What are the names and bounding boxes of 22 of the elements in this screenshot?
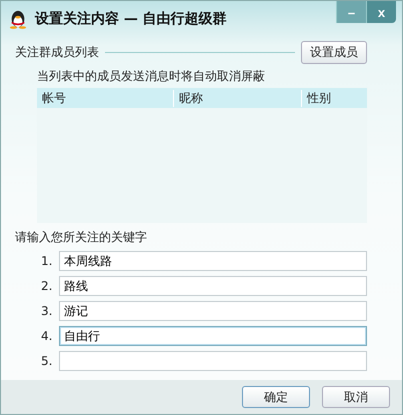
ok-button[interactable]: 确定 — [242, 386, 310, 408]
row-number: 1. — [41, 254, 53, 268]
column-header[interactable]: 性别 — [302, 90, 367, 106]
keyword-field[interactable]: 自由行 — [59, 326, 367, 346]
row-number: 4. — [41, 329, 53, 343]
keyword-field[interactable] — [59, 351, 367, 371]
column-header[interactable]: 昵称 — [174, 90, 302, 106]
row-number: 5. — [41, 354, 53, 368]
keyword-field[interactable]: 本周线路 — [59, 251, 367, 271]
cancel-button[interactable]: 取消 — [322, 386, 390, 408]
column-header[interactable]: 帐号 — [37, 90, 174, 106]
set-members-button[interactable]: 设置成员 — [301, 41, 367, 64]
hint-text: 当列表中的成员发送消息时将自动取消屏蔽 — [37, 68, 266, 85]
close-button[interactable]: x — [366, 1, 396, 23]
section-label: 请输入您所关注的关键字 — [15, 229, 147, 246]
penguin-icon — [9, 9, 27, 29]
row-number: 3. — [41, 304, 53, 318]
window-title: 设置关注内容 — 自由行超级群 — [35, 10, 227, 28]
section-label: 关注群成员列表 — [15, 44, 99, 61]
keyword-field[interactable]: 路线 — [59, 276, 367, 296]
keyword-field[interactable]: 游记 — [59, 301, 367, 321]
row-number: 2. — [41, 279, 53, 293]
